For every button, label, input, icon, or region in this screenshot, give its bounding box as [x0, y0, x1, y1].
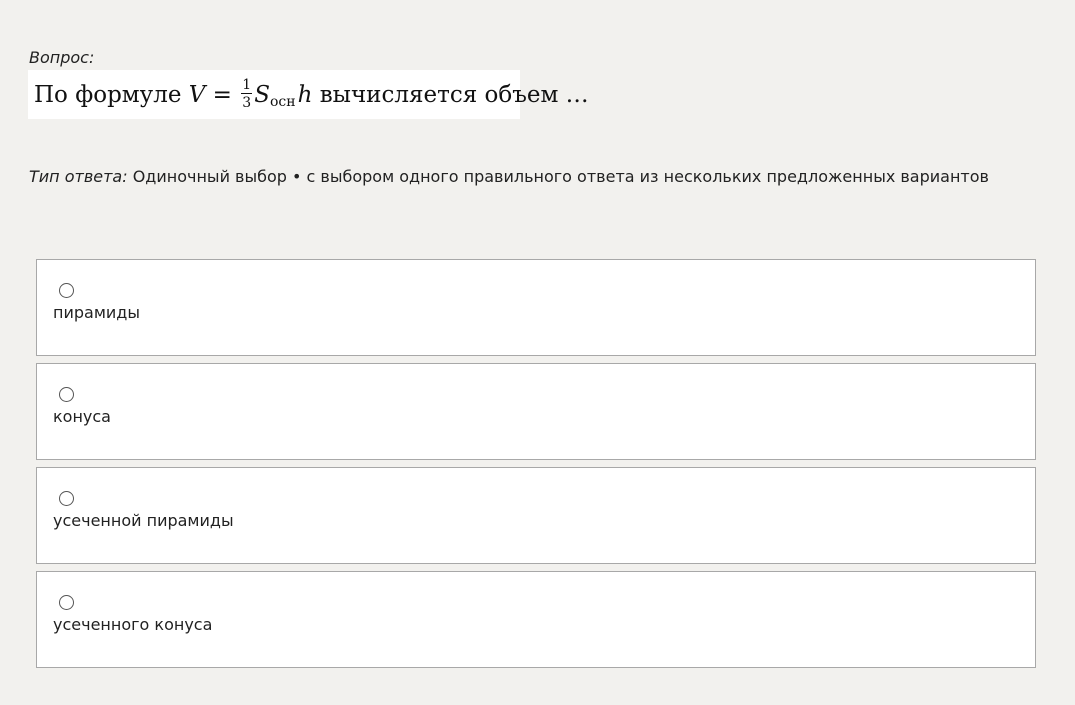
formula-var-v: V	[188, 81, 206, 108]
formula-suffix: вычисляется объем …	[312, 81, 589, 108]
question-formula: По формуле V = 1 3 S осн h вычисляется о…	[28, 70, 589, 119]
formula-var-h: h	[297, 81, 313, 108]
answer-option[interactable]: конуса	[36, 363, 1036, 460]
radio-button[interactable]	[59, 283, 74, 298]
question-label: Вопрос:	[29, 48, 95, 67]
answer-option-label: конуса	[53, 407, 111, 426]
formula-denominator: 3	[242, 94, 252, 111]
answer-option-label: пирамиды	[53, 303, 140, 322]
answer-type-label: Тип ответа:	[29, 167, 128, 186]
formula-numerator: 1	[241, 76, 253, 94]
answer-option[interactable]: усеченной пирамиды	[36, 467, 1036, 564]
answer-option[interactable]: пирамиды	[36, 259, 1036, 356]
answer-type-value: Одиночный выбор • с выбором одного прави…	[127, 167, 989, 186]
radio-button[interactable]	[59, 595, 74, 610]
answer-option[interactable]: усеченного конуса	[36, 571, 1036, 668]
answer-option-label: усеченной пирамиды	[53, 511, 234, 530]
formula-subscript: осн	[269, 93, 296, 110]
formula-fraction: 1 3	[241, 76, 253, 111]
answer-options: пирамиды конуса усеченной пирамиды усече…	[36, 259, 1036, 675]
formula-prefix: По формуле	[34, 81, 189, 108]
formula-var-s: S	[254, 81, 270, 108]
answer-type: Тип ответа: Одиночный выбор • с выбором …	[29, 167, 989, 187]
radio-button[interactable]	[59, 491, 74, 506]
radio-button[interactable]	[59, 387, 74, 402]
formula-equals: =	[205, 81, 240, 108]
answer-option-label: усеченного конуса	[53, 615, 213, 634]
